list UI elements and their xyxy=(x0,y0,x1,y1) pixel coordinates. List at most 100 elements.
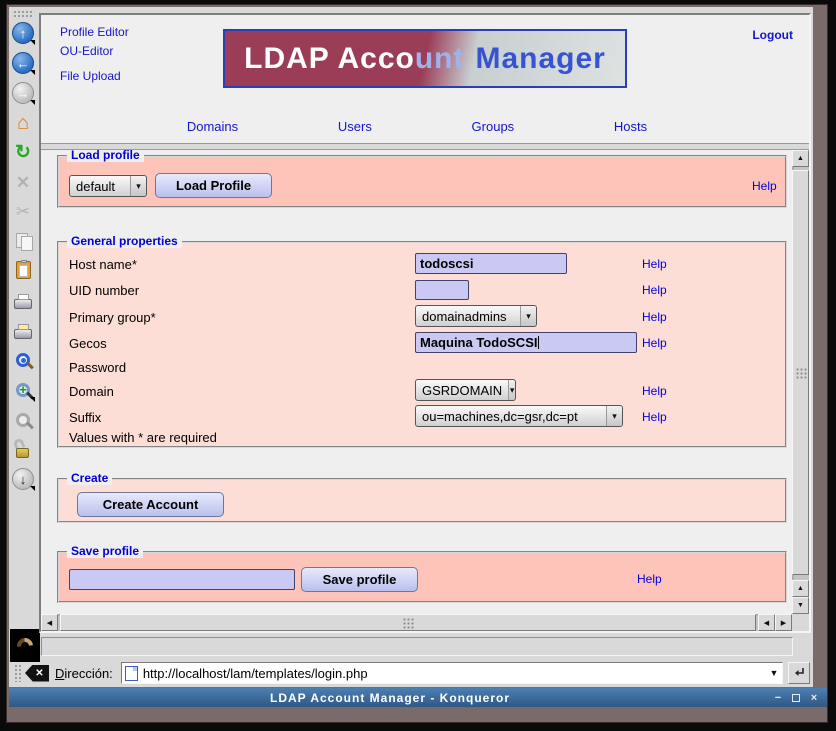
scroll-left-button[interactable]: ◀ xyxy=(41,614,58,631)
up-button[interactable]: ↑ xyxy=(11,21,35,45)
load-profile-button[interactable]: Load Profile xyxy=(155,173,272,198)
create-account-button[interactable]: Create Account xyxy=(77,492,224,517)
back-button[interactable]: ← xyxy=(11,51,35,75)
close-button[interactable]: × xyxy=(807,691,821,705)
status-bar xyxy=(41,637,793,656)
save-profile-legend: Save profile xyxy=(67,544,143,558)
go-down-button[interactable]: ↓ xyxy=(11,467,35,491)
dropdown-arrow-icon[interactable]: ▾ xyxy=(520,306,536,326)
hostname-help-link[interactable]: Help xyxy=(642,257,667,271)
address-toolbar-grip[interactable] xyxy=(14,664,21,682)
form-content: Load profile default ▾ Load Profile Help… xyxy=(41,150,792,614)
general-properties-legend: General properties xyxy=(67,234,182,248)
window-title: LDAP Account Manager - Konqueror xyxy=(9,691,771,705)
nav-users-link[interactable]: Users xyxy=(338,119,372,134)
window-titlebar[interactable]: LDAP Account Manager - Konqueror − × xyxy=(9,688,827,707)
paste-icon xyxy=(16,261,31,279)
nav-domains-link[interactable]: Domains xyxy=(187,119,238,134)
minimize-button[interactable]: − xyxy=(771,691,785,705)
save-profile-input[interactable] xyxy=(69,569,295,590)
zoom-in-icon: + xyxy=(16,383,30,397)
uid-number-input[interactable] xyxy=(415,280,469,300)
go-button[interactable] xyxy=(788,662,810,684)
vertical-scroll-thumb[interactable] xyxy=(792,170,809,575)
save-profile-button[interactable]: Save profile xyxy=(301,567,418,592)
required-footnote: Values with * are required xyxy=(69,430,217,445)
toolbar-grip[interactable] xyxy=(13,10,33,17)
vertical-scrollbar[interactable]: ▲ ▲ ▼ xyxy=(792,150,809,614)
primary-group-label: Primary group* xyxy=(69,310,156,325)
ou-editor-link[interactable]: OU-Editor xyxy=(60,44,113,58)
frame-divider[interactable] xyxy=(41,143,809,150)
load-profile-legend: Load profile xyxy=(67,150,144,162)
load-profile-help-link[interactable]: Help xyxy=(752,179,777,193)
horizontal-scroll-thumb[interactable] xyxy=(60,614,756,631)
save-profile-fieldset: Save profile Save profile Help xyxy=(57,551,787,603)
url-text[interactable]: http://localhost/lam/templates/login.php xyxy=(143,666,766,681)
print-frame-button[interactable] xyxy=(11,318,35,342)
banner-text-part2: unt xyxy=(415,42,465,76)
profile-select[interactable]: default ▾ xyxy=(69,175,147,197)
suffix-help-link[interactable]: Help xyxy=(642,410,667,424)
app-area: ↑ ← → ⌂ ↻ ✕ ✂ xyxy=(9,7,813,687)
logout-link[interactable]: Logout xyxy=(752,28,793,42)
gecos-input[interactable]: Maquina TodoSCSI xyxy=(415,332,637,353)
scroll-left-button-right[interactable]: ◀ xyxy=(758,614,775,631)
text-cursor xyxy=(538,336,539,349)
scroll-up-button-bottom[interactable]: ▲ xyxy=(792,580,809,597)
print-button[interactable] xyxy=(11,288,35,312)
file-upload-link[interactable]: File Upload xyxy=(60,69,121,83)
uid-number-help-link[interactable]: Help xyxy=(642,283,667,297)
nav-hosts-link[interactable]: Hosts xyxy=(614,119,647,134)
hostname-input[interactable]: todoscsi xyxy=(415,253,567,274)
konqueror-window: ↑ ← → ⌂ ↻ ✕ ✂ xyxy=(6,4,828,723)
dropdown-arrow-icon[interactable]: ▾ xyxy=(130,176,146,196)
cut-icon: ✂ xyxy=(16,203,30,220)
primary-group-select[interactable]: domainadmins ▾ xyxy=(415,305,537,327)
konqueror-logo xyxy=(10,629,40,662)
home-icon: ⌂ xyxy=(17,113,29,133)
horizontal-scrollbar[interactable]: ◀ ◀ ▶ xyxy=(41,614,792,631)
stop-icon: ✕ xyxy=(16,174,30,191)
url-dropdown-arrow-icon[interactable]: ▼ xyxy=(766,663,782,683)
scroll-down-button[interactable]: ▼ xyxy=(792,597,809,614)
save-profile-help-link[interactable]: Help xyxy=(637,572,662,586)
domain-help-link[interactable]: Help xyxy=(642,384,667,398)
banner-text-part1: LDAP Acco xyxy=(244,42,415,76)
domain-select[interactable]: GSRDOMAIN ▾ xyxy=(415,379,516,401)
general-properties-fieldset: General properties Host name* todoscsi H… xyxy=(57,241,787,448)
security-button[interactable] xyxy=(11,437,35,461)
clear-location-button[interactable]: ✕ xyxy=(25,665,49,682)
reload-icon: ↻ xyxy=(15,143,31,162)
clear-location-icon: ✕ xyxy=(30,668,43,679)
main-toolbar: ↑ ← → ⌂ ↻ ✕ ✂ xyxy=(9,7,37,687)
zoom-out-icon xyxy=(16,413,30,427)
print-frame-icon xyxy=(14,329,32,339)
gecos-label: Gecos xyxy=(69,336,107,351)
domain-label: Domain xyxy=(69,384,114,399)
copy-icon xyxy=(12,230,34,252)
scroll-up-button[interactable]: ▲ xyxy=(792,150,809,167)
go-enter-icon xyxy=(792,666,806,680)
zoom-out-button xyxy=(11,408,35,432)
suffix-select[interactable]: ou=machines,dc=gsr,dc=pt ▾ xyxy=(415,405,623,427)
gecos-help-link[interactable]: Help xyxy=(642,336,667,350)
zoom-in-button[interactable]: + xyxy=(11,378,35,402)
url-combobox[interactable]: http://localhost/lam/templates/login.php… xyxy=(121,662,783,684)
find-button[interactable] xyxy=(11,348,35,372)
primary-group-help-link[interactable]: Help xyxy=(642,310,667,324)
reload-button[interactable]: ↻ xyxy=(11,140,35,164)
page-icon xyxy=(125,666,138,681)
paste-button[interactable] xyxy=(11,258,35,282)
address-toolbar: ✕ Dirección: http://localhost/lam/templa… xyxy=(9,660,813,686)
maximize-button[interactable] xyxy=(789,691,803,705)
uid-number-label: UID number xyxy=(69,283,139,298)
header-frame: Profile Editor OU-Editor File Upload Log… xyxy=(41,15,809,143)
nav-groups-link[interactable]: Groups xyxy=(472,119,515,134)
profile-editor-link[interactable]: Profile Editor xyxy=(60,25,129,39)
dropdown-arrow-icon[interactable]: ▾ xyxy=(508,380,515,400)
hostname-label: Host name* xyxy=(69,257,137,272)
scroll-right-button[interactable]: ▶ xyxy=(775,614,792,631)
home-button[interactable]: ⌂ xyxy=(11,111,35,135)
dropdown-arrow-icon[interactable]: ▾ xyxy=(606,406,622,426)
